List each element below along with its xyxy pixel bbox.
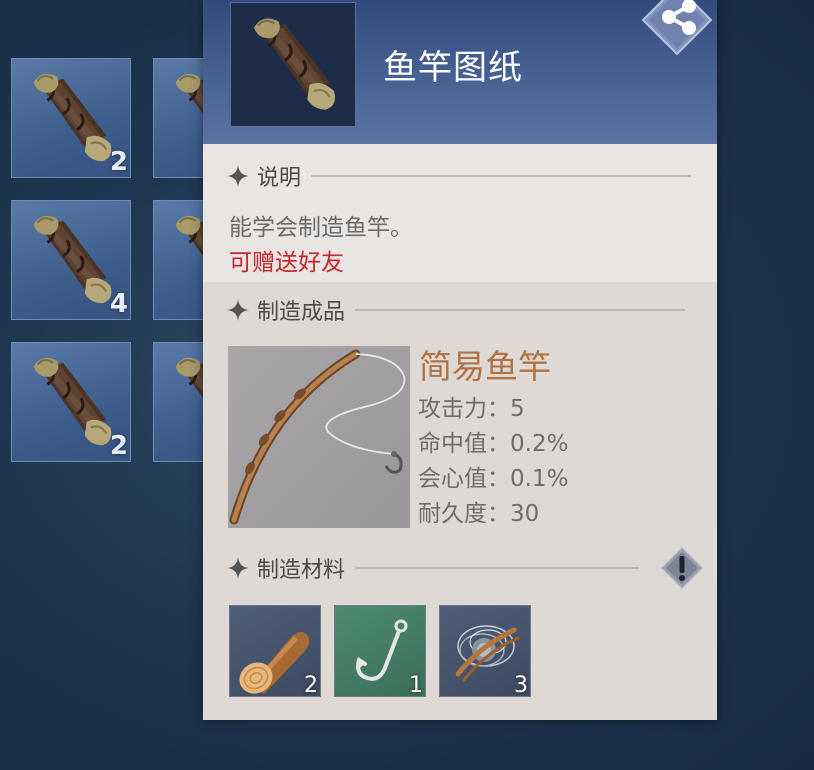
section-title: 制造成品 (257, 300, 346, 325)
stat-accuracy: 命中值：0.2% (418, 431, 569, 457)
share-button[interactable] (639, 0, 715, 58)
item-detail-panel: 鱼竿图纸 说明 能学会制造鱼竿。 可赠送好友 制造成品 简易鱼竿 攻击力：5 命… (203, 0, 717, 720)
material-slot[interactable]: 3 (439, 605, 531, 698)
giftable-text: 可赠送好友 (229, 250, 344, 276)
material-count: 1 (409, 673, 423, 698)
section-header: 说明 (227, 162, 692, 191)
diamond-icon (227, 557, 249, 579)
product-name: 简易鱼竿 (419, 347, 551, 386)
item-thumbnail (230, 2, 356, 127)
section-title: 制造材料 (257, 558, 346, 583)
material-slot[interactable]: 1 (334, 605, 426, 698)
panel-header: 鱼竿图纸 (203, 0, 717, 144)
description-text: 能学会制造鱼竿。 (229, 215, 413, 241)
material-slot[interactable]: 2 (229, 605, 321, 698)
stat-critical: 会心值：0.1% (418, 466, 569, 492)
material-count: 2 (304, 673, 318, 698)
inventory-slot[interactable]: 2 (11, 342, 131, 462)
section-title: 说明 (257, 166, 302, 191)
diamond-icon (227, 165, 249, 187)
item-count: 4 (109, 289, 128, 319)
exclamation-icon (659, 545, 705, 591)
item-title: 鱼竿图纸 (383, 48, 523, 88)
inventory-slot[interactable]: 4 (11, 200, 131, 320)
item-count: 2 (109, 147, 128, 177)
info-button[interactable] (659, 545, 705, 591)
product-thumbnail[interactable] (228, 346, 410, 528)
divider (355, 309, 686, 311)
share-icon (641, 0, 713, 56)
section-header: 制造材料 (227, 554, 640, 583)
material-count: 3 (514, 673, 528, 698)
description-section: 说明 能学会制造鱼竿。 可赠送好友 (203, 144, 717, 282)
fishing-rod-icon (229, 349, 406, 525)
diamond-icon (227, 299, 249, 321)
item-count: 2 (109, 431, 128, 461)
divider (355, 567, 640, 569)
inventory-slot[interactable]: 2 (11, 58, 131, 178)
product-section: 制造成品 简易鱼竿 攻击力：5 命中值：0.2% 会心值：0.1% 耐久度：30… (203, 282, 717, 720)
stat-attack: 攻击力：5 (418, 396, 525, 422)
section-header: 制造成品 (227, 296, 686, 325)
divider (311, 175, 692, 177)
scroll-icon (252, 16, 337, 112)
stat-durability: 耐久度：30 (418, 501, 540, 527)
